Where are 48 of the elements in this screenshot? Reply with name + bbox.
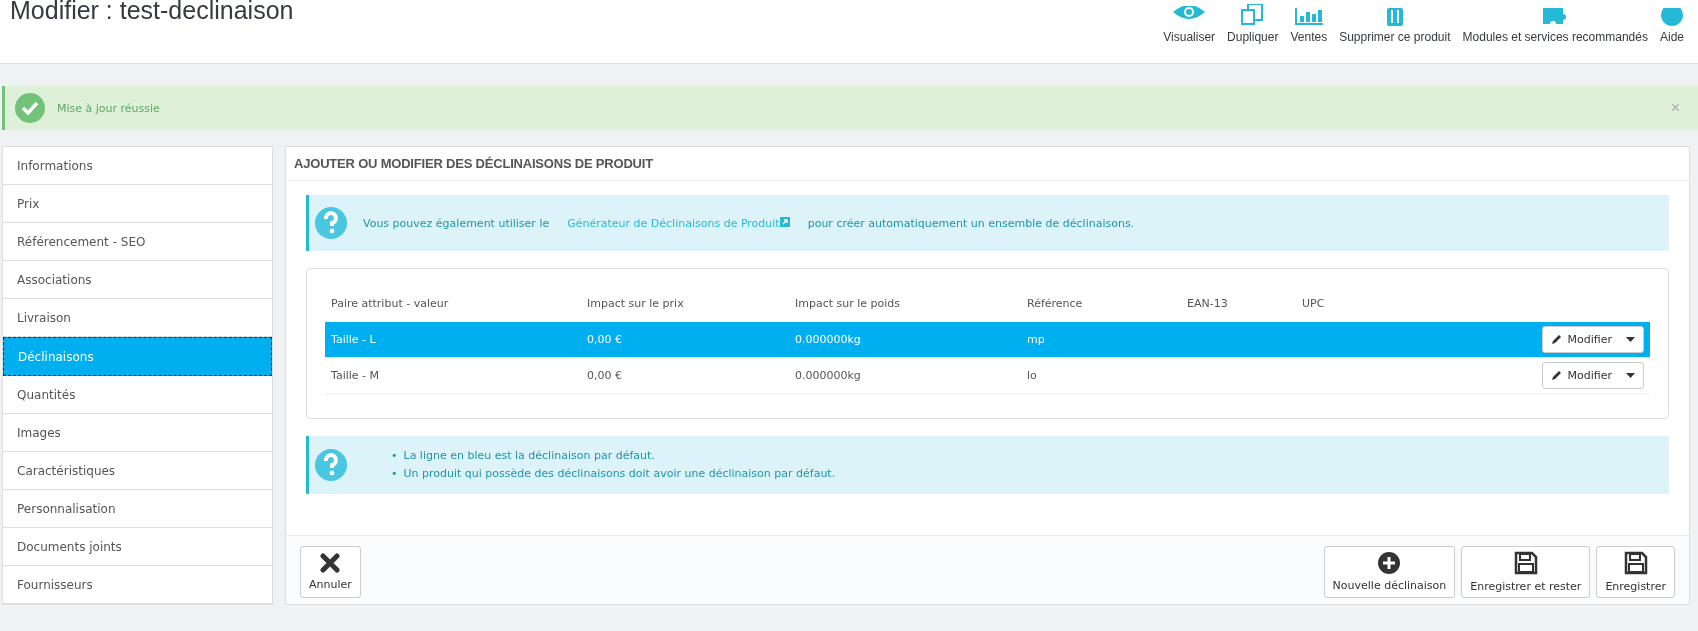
column-header: Impact sur le prix bbox=[581, 285, 789, 322]
table-cell: lo bbox=[1021, 357, 1181, 394]
caret-icon bbox=[1626, 373, 1635, 378]
edit-dropdown-button[interactable]: Modifier bbox=[1541, 362, 1644, 389]
info-text: pour créer automatiquement un ensemble de déclinaisons. bbox=[807, 216, 1135, 230]
pencil-icon bbox=[1550, 334, 1562, 345]
table-cell: 0.000000kg bbox=[789, 322, 1021, 358]
column-header: EAN-13 bbox=[1181, 285, 1296, 322]
bar-chart-icon bbox=[1293, 8, 1324, 26]
column-header: Référence bbox=[1021, 285, 1181, 322]
toolbar-button[interactable]: Dupliquer bbox=[1221, 0, 1285, 44]
table-cell: Taille - L bbox=[325, 322, 581, 358]
toolbar-button[interactable]: Visualiser bbox=[1157, 0, 1222, 44]
toolbar-button[interactable]: Modules et services recommandés bbox=[1456, 0, 1654, 44]
table-row[interactable]: Taille - M 0,00 € 0.000000kg lo Modifier bbox=[325, 357, 1650, 394]
trash-icon bbox=[1386, 8, 1403, 26]
table-cell: 0,00 € bbox=[581, 357, 789, 394]
copy-icon bbox=[1239, 4, 1266, 26]
toolbar-button[interactable]: Aide bbox=[1653, 0, 1690, 44]
table-cell: mp bbox=[1021, 322, 1181, 358]
bullet: • bbox=[391, 448, 398, 464]
column-header: Impact sur le poids bbox=[789, 285, 1021, 322]
footer-button[interactable]: Enregistrer bbox=[1596, 546, 1675, 598]
close-icon bbox=[320, 553, 341, 573]
page-title: Modifier : test-declinaison bbox=[10, 0, 294, 25]
table-cell: 0,00 € bbox=[581, 322, 789, 358]
column-header: Paire attribut - valeur bbox=[325, 285, 581, 322]
check-icon bbox=[15, 93, 45, 123]
note-item: Un produit qui possède des déclinaisons doit avoir une déclinaison par défaut. bbox=[403, 466, 836, 482]
toolbar-button[interactable]: Supprimer ce produit bbox=[1333, 0, 1457, 44]
pencil-icon bbox=[1550, 370, 1562, 381]
panel-title: AJOUTER OU MODIFIER DES DÉCLINAISONS DE PRODUIT bbox=[286, 147, 1689, 181]
alert-message: Mise à jour réussie bbox=[57, 101, 161, 115]
footer-button[interactable]: Nouvelle déclinaison bbox=[1323, 546, 1456, 598]
caret-icon bbox=[1626, 337, 1635, 342]
edit-dropdown-button[interactable]: Modifier bbox=[1541, 326, 1644, 353]
add-icon bbox=[1378, 552, 1401, 574]
info-text: Vous pouvez également utiliser le bbox=[363, 216, 550, 230]
table-cell: 0.000000kg bbox=[789, 357, 1021, 394]
toolbar-button[interactable]: Ventes bbox=[1284, 0, 1334, 44]
footer-button[interactable]: Enregistrer et rester bbox=[1461, 546, 1591, 598]
footer-button[interactable]: Annuler bbox=[300, 546, 361, 598]
table-row[interactable]: Taille - L 0,00 € 0.000000kg mp Modifier bbox=[325, 322, 1650, 358]
note-item: La ligne en bleu est la déclinaison par défaut. bbox=[403, 448, 655, 464]
bullet: • bbox=[391, 466, 398, 482]
column-header: UPC bbox=[1296, 285, 1528, 322]
table-cell: Taille - M bbox=[325, 357, 581, 394]
external-link-icon bbox=[779, 216, 790, 227]
